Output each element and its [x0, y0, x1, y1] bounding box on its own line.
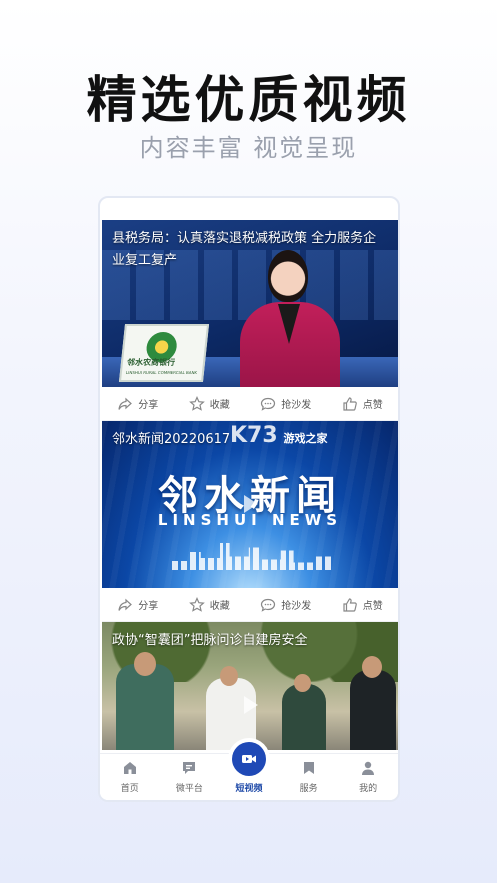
tab-home-label: 首页 [120, 784, 139, 794]
video-actions: 分享 收藏 抢沙发 点赞 [102, 588, 398, 622]
thumbs-up-icon [343, 396, 357, 411]
bottom-tab-bar: 首页 微平台 短视频 服务 我的 [100, 742, 398, 800]
like-label: 点赞 [362, 400, 383, 411]
tab-services-label: 服务 [299, 784, 318, 794]
bank-name: 邻水农商银行 [126, 358, 176, 367]
comment-button[interactable]: 抢沙发 [260, 396, 311, 412]
video-player[interactable]: 政协“智囊团”把脉问诊自建房安全 [102, 622, 398, 750]
person-figure [282, 684, 326, 750]
favorite-button[interactable]: 收藏 [188, 395, 230, 412]
user-icon [362, 761, 375, 775]
person-head [220, 666, 238, 686]
home-icon [123, 762, 136, 774]
person-head [362, 656, 382, 678]
video-feed[interactable]: 邻水农商银行 LINSHUI RURAL COMMERCIAL BANK 县税务… [102, 220, 398, 750]
comment-icon [261, 598, 276, 612]
share-label: 分享 [138, 400, 159, 411]
comment-icon [261, 397, 276, 411]
watermark-text: 游戏之家 [283, 432, 328, 445]
tab-micro-platform-label: 微平台 [175, 784, 203, 794]
chat-icon [183, 762, 196, 774]
like-label: 点赞 [362, 601, 383, 612]
share-icon [118, 598, 133, 611]
comment-label: 抢沙发 [281, 601, 312, 612]
tab-mine-label: 我的 [359, 784, 378, 794]
bank-name-en: LINSHUI RURAL COMMERCIAL BANK [125, 370, 198, 375]
promo-subheadline: 内容丰富 视觉呈现 [139, 134, 358, 162]
video-card: 邻水新闻 LINSHUI NEWS 邻水新闻20220617 K73 游戏之家 … [102, 421, 398, 622]
person-head [294, 674, 311, 692]
thumbs-up-icon [343, 597, 357, 612]
bank-logo-text: 邻水农商银行 LINSHUI RURAL COMMERCIAL BANK [126, 357, 199, 376]
like-button[interactable]: 点赞 [342, 396, 383, 412]
star-icon [188, 395, 205, 411]
tab-services[interactable]: 服务 [281, 760, 337, 794]
video-player[interactable]: 邻水新闻 LINSHUI NEWS 邻水新闻20220617 K73 游戏之家 [102, 421, 398, 588]
tab-short-video[interactable]: 短视频 [221, 742, 277, 794]
comment-label: 抢沙发 [281, 400, 312, 411]
video-camera-icon [241, 755, 256, 763]
news-brand-subtitle: LINSHUI NEWS [157, 511, 343, 529]
share-icon [118, 397, 133, 410]
video-card: 邻水农商银行 LINSHUI RURAL COMMERCIAL BANK 县税务… [102, 220, 398, 421]
favorite-label: 收藏 [209, 601, 230, 612]
tab-short-video-label: 短视频 [235, 784, 263, 794]
bank-logo-board: 邻水农商银行 LINSHUI RURAL COMMERCIAL BANK [118, 324, 210, 382]
person-figure [116, 664, 174, 750]
tab-mine[interactable]: 我的 [340, 760, 396, 794]
tab-micro-platform[interactable]: 微平台 [161, 760, 217, 794]
favorite-button[interactable]: 收藏 [188, 596, 230, 613]
share-label: 分享 [138, 601, 159, 612]
like-button[interactable]: 点赞 [342, 597, 383, 613]
site-watermark: K73 游戏之家 [230, 423, 328, 448]
promo-headline: 精选优质视频 [86, 70, 411, 129]
person-figure [206, 678, 256, 750]
video-title[interactable]: 政协“智囊团”把脉问诊自建房安全 [112, 630, 388, 652]
video-card: 政协“智囊团”把脉问诊自建房安全 [102, 622, 398, 750]
watermark-logo: K73 [230, 423, 278, 448]
short-video-button[interactable] [231, 742, 266, 776]
favorite-label: 收藏 [209, 400, 230, 411]
phone-frame: 邻水农商银行 LINSHUI RURAL COMMERCIAL BANK 县税务… [98, 196, 400, 802]
video-actions: 分享 收藏 抢沙发 点赞 [102, 387, 398, 421]
video-player[interactable]: 邻水农商银行 LINSHUI RURAL COMMERCIAL BANK 县税务… [102, 220, 398, 387]
person-head [134, 652, 156, 676]
star-icon [188, 596, 205, 612]
video-title[interactable]: 县税务局：认真落实退税减税政策 全力服务企业复工复产 [112, 228, 388, 272]
play-icon[interactable] [244, 495, 258, 513]
share-button[interactable]: 分享 [117, 396, 158, 412]
play-icon[interactable] [244, 696, 258, 714]
bookmark-icon [303, 762, 314, 774]
share-button[interactable]: 分享 [117, 597, 158, 613]
tab-home[interactable]: 首页 [102, 760, 158, 794]
comment-button[interactable]: 抢沙发 [260, 597, 311, 613]
person-figure [350, 670, 396, 750]
